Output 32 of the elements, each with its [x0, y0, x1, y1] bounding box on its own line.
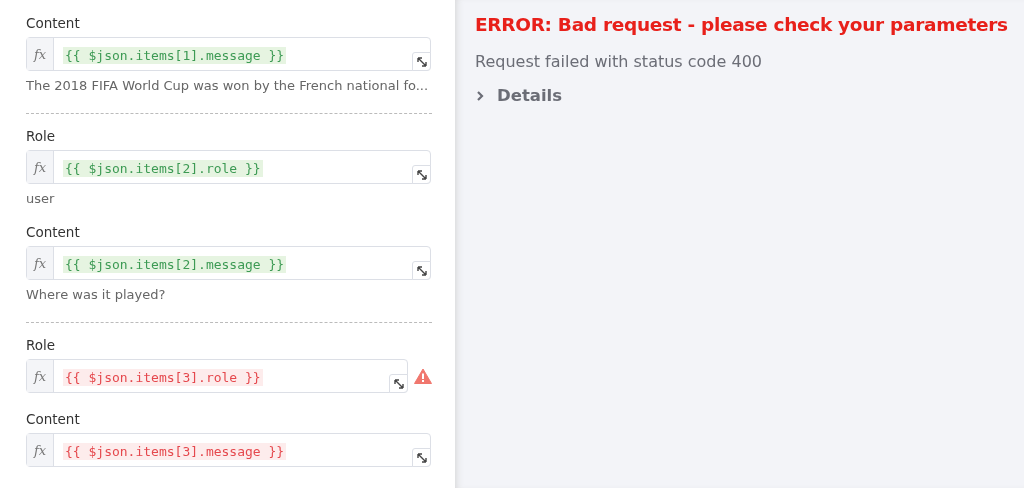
- fx-label: fx: [27, 38, 54, 70]
- expression-text: {{ $json.items[3].message }}: [63, 443, 287, 460]
- field-label: Content: [26, 224, 81, 240]
- expression-field[interactable]: fx {{ $json.items[2].message }}: [26, 246, 431, 280]
- details-toggle[interactable]: Details: [475, 86, 1024, 105]
- fx-label: fx: [27, 360, 54, 392]
- result-preview: The 2018 FIFA World Cup was won by the French national fo...: [26, 78, 430, 93]
- expression-text: {{ $json.items[3].role }}: [63, 369, 263, 386]
- expand-icon[interactable]: [412, 261, 431, 280]
- error-message: Request failed with status code 400: [475, 52, 763, 71]
- expression-field[interactable]: fx {{ $json.items[3].role }}: [26, 359, 408, 393]
- error-title: ERROR: Bad request - please check your parameters: [475, 14, 1009, 35]
- expand-icon[interactable]: [412, 52, 431, 71]
- fx-label: fx: [27, 247, 54, 279]
- expression-text: {{ $json.items[1].message }}: [63, 47, 287, 64]
- warning-icon: [414, 368, 432, 384]
- expression-text: {{ $json.items[2].role }}: [63, 160, 263, 177]
- expression-field[interactable]: fx {{ $json.items[3].message }}: [26, 433, 431, 467]
- field-label: Content: [26, 15, 81, 31]
- expression-field[interactable]: fx {{ $json.items[2].role }}: [26, 150, 431, 184]
- field-label: Content: [26, 411, 81, 427]
- expand-icon[interactable]: [389, 374, 408, 393]
- expression-text: {{ $json.items[2].message }}: [63, 256, 287, 273]
- fx-label: fx: [27, 151, 54, 183]
- field-label: Role: [26, 128, 57, 144]
- result-preview: Where was it played?: [26, 287, 167, 302]
- expression-field[interactable]: fx {{ $json.items[1].message }}: [26, 37, 431, 71]
- fx-label: fx: [27, 434, 54, 466]
- expand-icon[interactable]: [412, 448, 431, 467]
- expand-icon[interactable]: [412, 165, 431, 184]
- result-preview: user: [26, 191, 56, 206]
- field-label: Role: [26, 337, 57, 353]
